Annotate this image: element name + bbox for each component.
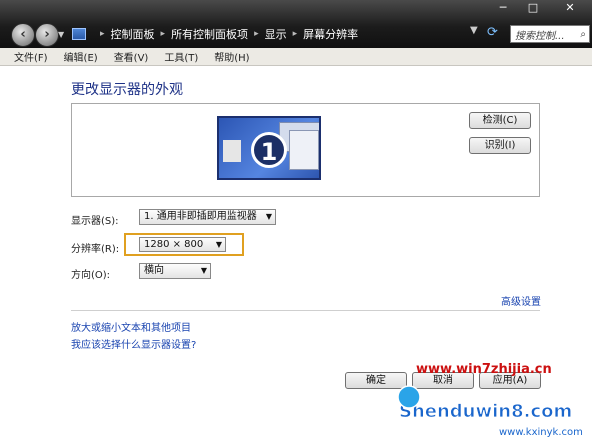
monitor-desktop-panel [223, 140, 241, 162]
breadcrumb-display[interactable]: 显示 [265, 26, 287, 42]
identify-button[interactable]: 识别(I) [469, 137, 531, 154]
monitor-thumbnail[interactable]: 1 [217, 116, 321, 180]
page-title: 更改显示器的外观 [71, 82, 183, 98]
resolution-select[interactable]: 1280 × 800 ▼ [139, 237, 226, 252]
control-panel-icon [72, 28, 86, 40]
forward-button[interactable]: › [35, 23, 59, 47]
breadcrumb-separator-icon: ▸ [100, 29, 105, 39]
maximize-button[interactable]: □ [518, 0, 548, 17]
menu-edit[interactable]: 编辑(E) [64, 49, 98, 64]
minimize-button[interactable]: ─ [488, 0, 518, 17]
watermark-kxinyk-text: www.kxinyk.com [499, 427, 583, 438]
refresh-icon[interactable]: ⟳ [487, 25, 498, 40]
chevron-down-icon: ▼ [200, 266, 207, 275]
recent-pages-dropdown[interactable]: ▼ [58, 30, 64, 39]
resolution-label: 分辨率(R): [71, 244, 120, 255]
orientation-select-value: 横向 [144, 265, 164, 276]
orientation-select[interactable]: 横向 ▼ [139, 263, 211, 279]
display-label: 显示器(S): [71, 216, 119, 227]
breadcrumb-separator-icon: ▸ [292, 29, 298, 39]
menu-help[interactable]: 帮助(H) [214, 49, 249, 64]
windows-logo-icon [397, 385, 421, 409]
monitor-number-badge: 1 [251, 132, 287, 168]
search-icon[interactable]: ⌕ [580, 29, 586, 40]
section-divider [71, 310, 540, 311]
resolution-select-value: 1280 × 800 [144, 239, 204, 250]
breadcrumb-control-panel[interactable]: 控制面板 [111, 26, 155, 42]
watermark-shenduwin8-logo: Shenduwin8.com www.kxinyk.com [397, 385, 583, 438]
menu-bar: 文件(F) 编辑(E) 查看(V) 工具(T) 帮助(H) [0, 48, 592, 66]
breadcrumb-screen-resolution[interactable]: 屏幕分辨率 [303, 26, 358, 42]
address-dropdown-icon[interactable]: ▼ [470, 25, 478, 36]
detect-button[interactable]: 检测(C) [469, 112, 531, 129]
address-bar[interactable]: ▸ 控制面板 ▸ 所有控制面板项 ▸ 显示 ▸ 屏幕分辨率 [66, 24, 502, 44]
breadcrumb-separator-icon: ▸ [254, 29, 259, 39]
advanced-settings-link[interactable]: 高级设置 [501, 293, 541, 308]
menu-tools[interactable]: 工具(T) [164, 49, 198, 64]
menu-view[interactable]: 查看(V) [114, 49, 149, 64]
display-select[interactable]: 1. 通用非即插即用监视器 ▼ [139, 209, 276, 225]
orientation-label: 方向(O): [71, 270, 111, 281]
which-settings-link[interactable]: 我应该选择什么显示器设置? [71, 336, 196, 351]
chevron-down-icon: ▼ [265, 212, 272, 221]
search-placeholder: 搜索控制... [515, 30, 565, 42]
text-size-link[interactable]: 放大或缩小文本和其他项目 [71, 319, 191, 334]
back-button[interactable]: ‹ [11, 23, 35, 47]
search-input[interactable]: 搜索控制... ⌕ [510, 25, 590, 43]
window-titlebar: ─ □ ✕ ‹ › ▼ ▸ 控制面板 ▸ 所有控制面板项 ▸ 显示 ▸ 屏幕分辨… [0, 0, 592, 48]
caption-buttons: ─ □ ✕ [488, 0, 592, 18]
monitor-window-shape [289, 130, 319, 170]
monitor-preview-area: 1 检测(C) 识别(I) [71, 103, 540, 197]
close-button[interactable]: ✕ [548, 0, 592, 17]
watermark-shenduwin8-text: Shenduwin8.com [399, 401, 572, 422]
display-select-value: 1. 通用非即插即用监视器 [144, 211, 257, 222]
chevron-down-icon: ▼ [215, 240, 222, 249]
breadcrumb-separator-icon: ▸ [160, 29, 166, 39]
breadcrumb-all-items[interactable]: 所有控制面板项 [171, 26, 248, 42]
menu-file[interactable]: 文件(F) [14, 49, 48, 64]
